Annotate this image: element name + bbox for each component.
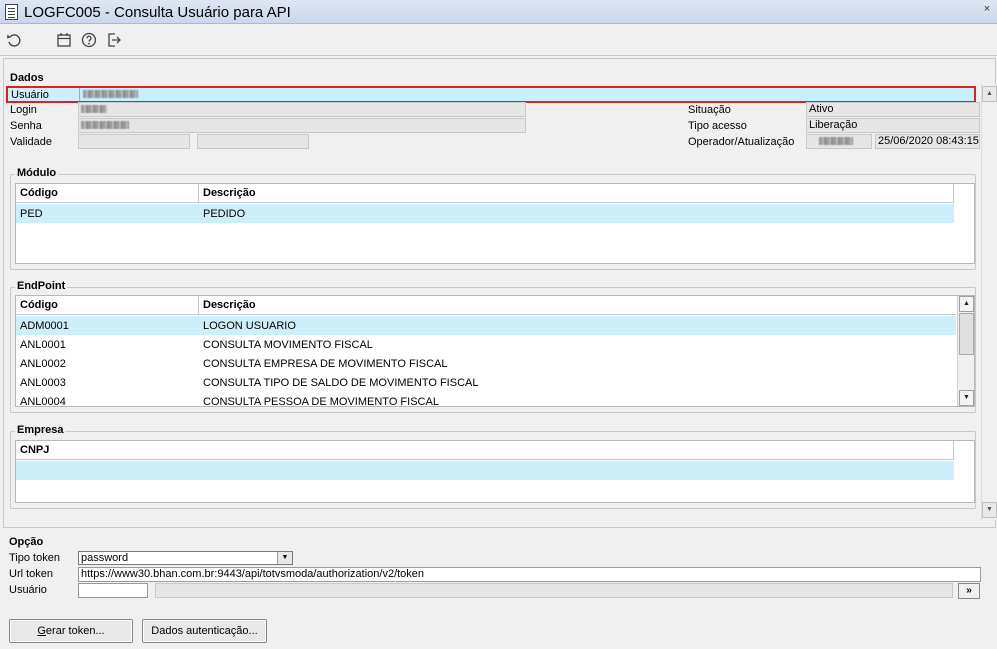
url-token-input[interactable]: https://www30.bhan.com.br:9443/api/totvs… [78, 567, 981, 582]
gerar-token-label: erar token... [45, 625, 105, 637]
modulo-label: Módulo [15, 167, 59, 179]
endpoint-header: Código Descrição [16, 296, 956, 315]
endpoint-scrollbar[interactable]: ▲ ▼ [957, 296, 974, 406]
col-codigo[interactable]: Código [20, 299, 58, 311]
endpoint-grid: Código Descrição ADM0001 LOGON USUARIO A… [15, 295, 975, 408]
cell-descricao: PEDIDO [203, 208, 246, 220]
modulo-grid: Código Descrição PED PEDIDO [15, 183, 975, 264]
cell-descricao: CONSULTA PESSOA DE MOVIMENTO FISCAL [203, 396, 439, 408]
dados-section-label: Dados [10, 72, 44, 84]
situacao-field[interactable]: Ativo [806, 102, 980, 117]
col-cnpj[interactable]: CNPJ [20, 444, 49, 456]
scroll-up-icon[interactable]: ▲ [982, 86, 997, 102]
validade-end-field[interactable] [197, 134, 309, 149]
main-scrollbar[interactable]: ▲ ▼ [981, 84, 997, 520]
close-icon[interactable]: × [977, 3, 997, 21]
cell-descricao: CONSULTA MOVIMENTO FISCAL [203, 339, 373, 351]
atualizacao-field[interactable]: 25/06/2020 08:43:15 [875, 134, 980, 149]
validade-start-field[interactable] [78, 134, 190, 149]
gerar-token-mnemonic: G [37, 625, 46, 637]
opcao-label: Opção [9, 536, 44, 548]
scroll-up-icon[interactable]: ▲ [959, 296, 974, 312]
login-label: Login [10, 104, 37, 116]
title-bar: LOGFC005 - Consulta Usuário para API × [0, 0, 997, 24]
dados-autenticacao-button[interactable]: Dados autenticação... [142, 619, 267, 643]
table-row[interactable]: ANL0003 CONSULTA TIPO DE SALDO DE MOVIME… [16, 373, 956, 392]
usuario-field[interactable] [79, 88, 974, 101]
cell-codigo: ANL0002 [20, 358, 66, 370]
login-field[interactable] [78, 102, 526, 117]
cell-descricao: CONSULTA TIPO DE SALDO DE MOVIMENTO FISC… [203, 377, 479, 389]
tipo-token-select[interactable]: password ▼ [78, 551, 293, 565]
endpoint-label: EndPoint [15, 280, 68, 292]
exit-icon[interactable] [105, 31, 123, 49]
table-row[interactable] [16, 461, 954, 480]
tipo-token-label: Tipo token [9, 552, 60, 564]
gerar-token-button[interactable]: Gerar token... [9, 619, 133, 643]
operador-label: Operador/Atualização [688, 136, 795, 148]
opcao-usuario-name-field [155, 583, 953, 598]
table-row[interactable]: ANL0002 CONSULTA EMPRESA DE MOVIMENTO FI… [16, 354, 956, 373]
opcao-usuario-label: Usuário [9, 584, 47, 596]
cell-codigo: ADM0001 [20, 320, 69, 332]
app-icon [5, 4, 18, 20]
validade-label: Validade [10, 136, 52, 148]
help-icon[interactable] [80, 31, 98, 49]
scroll-down-icon[interactable]: ▼ [959, 390, 974, 406]
col-descricao[interactable]: Descrição [203, 187, 256, 199]
calendar-icon[interactable] [55, 31, 73, 49]
col-codigo[interactable]: Código [20, 187, 58, 199]
cell-descricao: CONSULTA EMPRESA DE MOVIMENTO FISCAL [203, 358, 448, 370]
scroll-down-icon[interactable]: ▼ [982, 502, 997, 518]
tipo-acesso-field[interactable]: Liberação [806, 118, 980, 133]
table-row[interactable]: PED PEDIDO [16, 204, 954, 223]
empresa-header: CNPJ [16, 441, 954, 460]
tipo-token-value: password [81, 552, 129, 564]
situacao-label: Situação [688, 104, 731, 116]
usuario-label: Usuário [11, 89, 49, 101]
scroll-thumb[interactable] [959, 313, 974, 355]
url-token-label: Url token [9, 568, 54, 580]
empresa-grid: CNPJ [15, 440, 975, 503]
usuario-row[interactable]: Usuário [6, 86, 976, 103]
opcao-usuario-input[interactable] [78, 583, 148, 598]
cell-codigo: ANL0001 [20, 339, 66, 351]
operador-field[interactable] [806, 134, 872, 149]
senha-field[interactable] [78, 118, 526, 133]
chevron-down-icon[interactable]: ▼ [277, 552, 292, 564]
cell-codigo: ANL0004 [20, 396, 66, 408]
cell-codigo: ANL0003 [20, 377, 66, 389]
table-row[interactable]: ADM0001 LOGON USUARIO [16, 316, 956, 335]
window-title: LOGFC005 - Consulta Usuário para API [24, 4, 291, 21]
toolbar [0, 24, 997, 56]
modulo-header: Código Descrição [16, 184, 954, 203]
opcao-section: Opção Tipo token password ▼ Url token ht… [3, 536, 996, 603]
search-button[interactable]: » [958, 583, 980, 599]
col-descricao[interactable]: Descrição [203, 299, 256, 311]
tipo-acesso-label: Tipo acesso [688, 120, 747, 132]
senha-label: Senha [10, 120, 42, 132]
refresh-icon[interactable] [5, 31, 23, 49]
cell-codigo: PED [20, 208, 43, 220]
cell-descricao: LOGON USUARIO [203, 320, 296, 332]
empresa-label: Empresa [15, 424, 66, 436]
table-row[interactable]: ANL0001 CONSULTA MOVIMENTO FISCAL [16, 335, 956, 354]
table-row[interactable]: ANL0004 CONSULTA PESSOA DE MOVIMENTO FIS… [16, 392, 956, 411]
